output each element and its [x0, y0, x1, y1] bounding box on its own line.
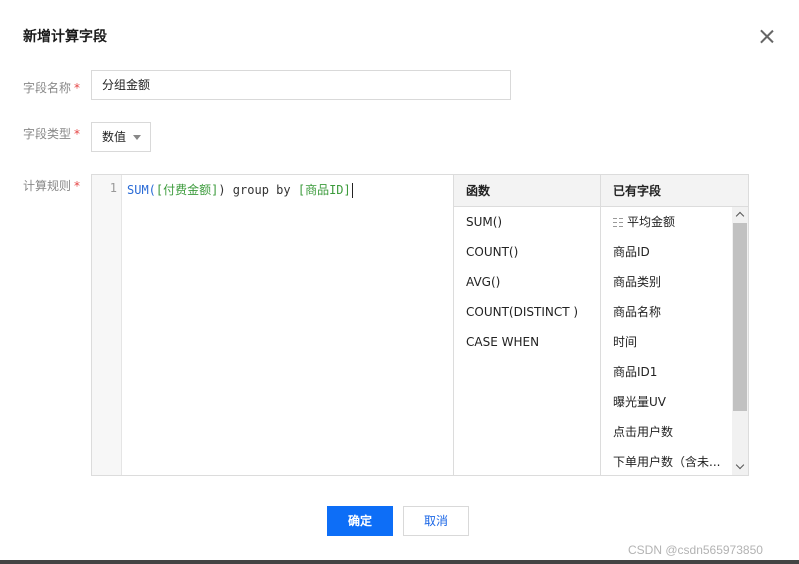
fields-list: 平均金额 商品ID 商品类别 商品名称 时间 商品ID1 曝光量UV 点击用户数… — [601, 207, 732, 475]
code-function: SUM( — [127, 183, 156, 197]
field-type-label: 字段类型 * — [23, 127, 81, 141]
required-mark: * — [74, 81, 81, 95]
dialog-title: 新增计算字段 — [23, 29, 107, 45]
field-name-label: 字段名称 * — [23, 81, 81, 95]
bottom-edge — [0, 560, 799, 564]
close-icon[interactable] — [757, 27, 777, 47]
function-item[interactable]: SUM() — [454, 207, 600, 237]
field-item[interactable]: 商品ID1 — [601, 357, 732, 387]
field-item[interactable]: 曝光量UV — [601, 387, 732, 417]
field-item[interactable]: 商品名称 — [601, 297, 732, 327]
measure-icon — [613, 218, 623, 227]
code-keyword: ) group by — [218, 183, 298, 197]
line-gutter: 1 — [92, 175, 122, 475]
code-field-ref: [付费金额] — [155, 183, 219, 197]
chevron-down-icon — [133, 135, 141, 140]
required-mark: * — [74, 127, 81, 141]
field-item[interactable]: 商品类别 — [601, 267, 732, 297]
code-editor[interactable]: SUM([付费金额]) group by [商品ID] — [127, 181, 353, 199]
function-item[interactable]: COUNT(DISTINCT ) — [454, 297, 600, 327]
scroll-up-icon[interactable] — [732, 207, 748, 223]
functions-panel: 函数 SUM() COUNT() AVG() COUNT(DISTINCT ) … — [453, 175, 600, 475]
fields-scrollbar[interactable] — [732, 207, 748, 475]
code-field-ref: [商品ID] — [297, 183, 351, 197]
calc-rule-label: 计算规则 * — [23, 179, 81, 193]
calc-rule-editor-panel: 1 SUM([付费金额]) group by [商品ID] 函数 SUM() C… — [91, 174, 749, 476]
line-number: 1 — [109, 181, 117, 195]
confirm-button[interactable]: 确定 — [327, 506, 393, 536]
text-cursor — [351, 183, 353, 198]
field-type-select[interactable]: 数值 — [91, 122, 151, 152]
field-item[interactable]: 时间 — [601, 327, 732, 357]
required-mark: * — [74, 179, 81, 193]
existing-fields-header: 已有字段 — [601, 175, 748, 207]
function-item[interactable]: CASE WHEN — [454, 327, 600, 357]
cancel-button[interactable]: 取消 — [403, 506, 469, 536]
add-calculated-field-dialog: 新增计算字段 字段名称 * 分组金额 字段类型 * 数值 计算规则 * 1 SUM([… — [0, 0, 799, 564]
field-item[interactable]: 下单用户数（含未... — [601, 447, 732, 475]
existing-fields-panel: 已有字段 平均金额 商品ID 商品类别 商品名称 时间 商品ID1 曝光量UV … — [600, 175, 748, 475]
scroll-thumb[interactable] — [733, 223, 747, 411]
field-type-value: 数值 — [102, 130, 127, 144]
watermark: CSDN @csdn565973850 — [628, 543, 763, 557]
function-item[interactable]: COUNT() — [454, 237, 600, 267]
field-item[interactable]: 点击用户数 — [601, 417, 732, 447]
scroll-down-icon[interactable] — [732, 459, 748, 475]
field-item[interactable]: 平均金额 — [601, 207, 732, 237]
functions-header: 函数 — [454, 175, 600, 207]
field-item[interactable]: 商品ID — [601, 237, 732, 267]
field-name-input[interactable]: 分组金额 — [91, 70, 511, 100]
function-item[interactable]: AVG() — [454, 267, 600, 297]
